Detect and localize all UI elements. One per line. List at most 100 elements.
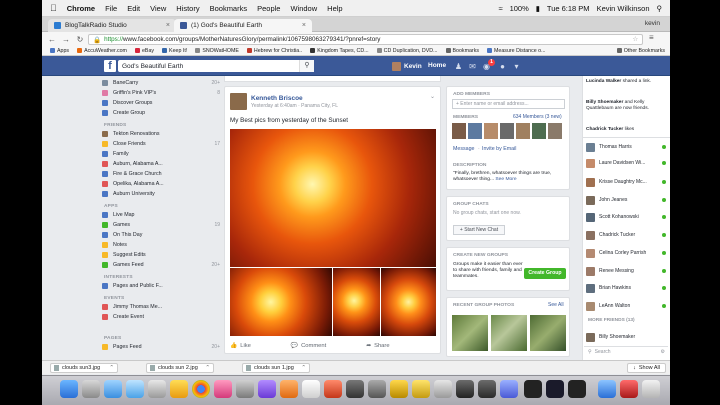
chat-contact[interactable]: Scott Kohanowski xyxy=(586,211,670,223)
sidebar-item-griffins[interactable]: Griffin's Pink VIP's 8 xyxy=(102,88,220,98)
reload-icon[interactable]: ↻ xyxy=(76,35,84,44)
add-members-input[interactable]: + Enter name or email address... xyxy=(452,99,565,109)
chat-contact[interactable]: Laure Davidsen Wi... xyxy=(586,157,670,169)
battery-level[interactable]: 100% xyxy=(510,4,529,13)
forward-icon[interactable]: → xyxy=(62,35,70,44)
user-name[interactable]: Kevin Wilkinson xyxy=(597,4,650,13)
calendar-icon[interactable] xyxy=(302,380,320,398)
comment-button[interactable]: 💬 Comment xyxy=(291,343,346,349)
home-link[interactable]: Home xyxy=(428,62,446,69)
post-photo-2[interactable] xyxy=(230,268,332,336)
chat-search-input[interactable]: ⚲ Search ⚙ xyxy=(584,346,668,357)
member-avatar[interactable] xyxy=(500,123,514,139)
itunes-icon[interactable] xyxy=(214,380,232,398)
star-icon[interactable]: ☆ xyxy=(632,36,638,43)
menu-edit[interactable]: Edit xyxy=(127,4,140,13)
chevron-up-icon[interactable]: ⌃ xyxy=(109,365,114,371)
sidebar-item-banecarry[interactable]: BaneCarry 20+ xyxy=(102,78,220,88)
wifi-icon[interactable]: ≈ xyxy=(498,4,502,13)
menu-people[interactable]: People xyxy=(257,4,280,13)
app-icon[interactable] xyxy=(478,380,496,398)
sidebar-item-pages-public[interactable]: Pages and Public F... xyxy=(102,281,220,291)
app-icon[interactable] xyxy=(546,380,564,398)
post-meta[interactable]: Yesterday at 6:40am · Panama City, FL xyxy=(251,103,338,109)
bookmark-keep-it[interactable]: Keep It! xyxy=(162,48,187,54)
app-icon[interactable] xyxy=(258,380,276,398)
chevron-up-icon[interactable]: ⌃ xyxy=(301,365,306,371)
menu-bookmarks[interactable]: Bookmarks xyxy=(210,4,248,13)
app-icon[interactable] xyxy=(456,380,474,398)
member-avatar[interactable] xyxy=(548,123,562,139)
menu-icon[interactable]: ≡ xyxy=(649,33,654,42)
chat-contact[interactable]: John Jeanes xyxy=(586,194,670,206)
settings-icon[interactable]: ⚙ xyxy=(661,349,665,355)
app-icon[interactable] xyxy=(280,380,298,398)
app-icon[interactable] xyxy=(324,380,342,398)
menu-view[interactable]: View xyxy=(150,4,166,13)
sidebar-item-discover-groups[interactable]: Discover Groups xyxy=(102,98,220,108)
member-avatar[interactable] xyxy=(532,123,546,139)
sidebar-item-notes[interactable]: Notes xyxy=(102,240,220,250)
member-avatar[interactable] xyxy=(452,123,466,139)
sidebar-item-auburn-university[interactable]: Auburn University xyxy=(102,189,220,199)
account-menu-icon[interactable]: ▾ xyxy=(512,62,521,71)
profile-name[interactable]: kevin xyxy=(645,20,660,27)
menu-help[interactable]: Help xyxy=(327,4,342,13)
sidebar-item-create-group[interactable]: Create Group xyxy=(102,108,220,118)
app-icon[interactable] xyxy=(368,380,386,398)
app-store-icon[interactable] xyxy=(126,380,144,398)
message-link[interactable]: Message xyxy=(453,146,475,152)
tab-gods-beautiful-earth[interactable]: (1) God's Beautiful Earth × xyxy=(174,19,312,32)
app-icon[interactable] xyxy=(412,380,430,398)
apple-icon[interactable]:  xyxy=(50,3,57,13)
sidebar-item-close-friends[interactable]: Close Friends 17 xyxy=(102,139,220,149)
download-item[interactable]: clouds sun3.jpg ⌃ xyxy=(50,363,118,373)
facebook-search-input[interactable]: God's Beautiful Earth ⚲ xyxy=(118,60,314,72)
tab-blogtalkradio[interactable]: BlogTalkRadio Studio × xyxy=(48,19,176,32)
trash-icon[interactable] xyxy=(642,380,660,398)
share-button[interactable]: ➦ Share xyxy=(366,343,409,349)
post-photo-3[interactable] xyxy=(333,268,380,336)
create-group-button[interactable]: Create Group xyxy=(524,268,566,279)
close-icon[interactable]: × xyxy=(302,22,306,29)
sidebar-item-jimmy-thomas[interactable]: Jimmy Thomas Me... xyxy=(102,302,220,312)
bookmark-measure-distance[interactable]: Measure Distance o... xyxy=(487,48,546,54)
bookmark-cd-duplication[interactable]: CD Duplication, DVD... xyxy=(376,48,438,54)
menu-file[interactable]: File xyxy=(105,4,117,13)
post-photo-4[interactable] xyxy=(381,268,436,336)
menu-window[interactable]: Window xyxy=(290,4,317,13)
messages-icon[interactable]: ✉ xyxy=(468,62,477,71)
address-bar[interactable]: 🔒 https:// www.facebook.com/groups/Mothe… xyxy=(88,34,643,45)
show-all-downloads-button[interactable]: ↓ Show All xyxy=(627,363,666,373)
invite-email-link[interactable]: Invite by Email xyxy=(482,146,516,152)
clock[interactable]: Tue 6:18 PM xyxy=(547,4,590,13)
search-icon[interactable]: ⚲ xyxy=(299,60,314,72)
bookmark-apps[interactable]: Apps xyxy=(50,48,69,54)
post-options-icon[interactable]: ⌄ xyxy=(430,93,435,100)
post-author[interactable]: Kenneth Briscoe xyxy=(251,95,303,102)
profile-link[interactable]: Kevin xyxy=(392,62,422,71)
start-new-chat-button[interactable]: + Start New Chat xyxy=(453,225,505,235)
author-avatar[interactable] xyxy=(230,93,247,110)
menu-history[interactable]: History xyxy=(176,4,199,13)
sidebar-item-games-feed[interactable]: Games Feed 20+ xyxy=(102,260,220,270)
safari-icon[interactable] xyxy=(104,380,122,398)
chat-contact[interactable]: Chadrick Tucker xyxy=(586,229,670,241)
group-photo-thumb[interactable] xyxy=(491,315,527,351)
post-photo-main[interactable] xyxy=(230,129,436,267)
ticker-item[interactable]: Billy Shoemaker and Kelly Quattlebaum ar… xyxy=(586,100,668,112)
app-icon[interactable] xyxy=(434,380,452,398)
download-item[interactable]: clouds sun 2.jpg ⌃ xyxy=(146,363,214,373)
chat-contact[interactable]: Renee Messing xyxy=(586,265,670,277)
see-all-link[interactable]: See All xyxy=(548,302,564,308)
sidebar-item-on-this-day[interactable]: On This Day xyxy=(102,230,220,240)
chat-contact[interactable]: Krisse Daughtry Mc... xyxy=(586,176,670,188)
close-icon[interactable]: × xyxy=(166,22,170,29)
ticker-item[interactable]: Chadrick Tucker likes xyxy=(586,127,668,133)
app-icon[interactable] xyxy=(170,380,188,398)
battery-icon[interactable]: ▮ xyxy=(536,4,540,13)
app-icon[interactable] xyxy=(390,380,408,398)
back-icon[interactable]: ← xyxy=(48,35,56,44)
launchpad-icon[interactable] xyxy=(82,380,100,398)
chrome-icon[interactable] xyxy=(192,380,210,398)
